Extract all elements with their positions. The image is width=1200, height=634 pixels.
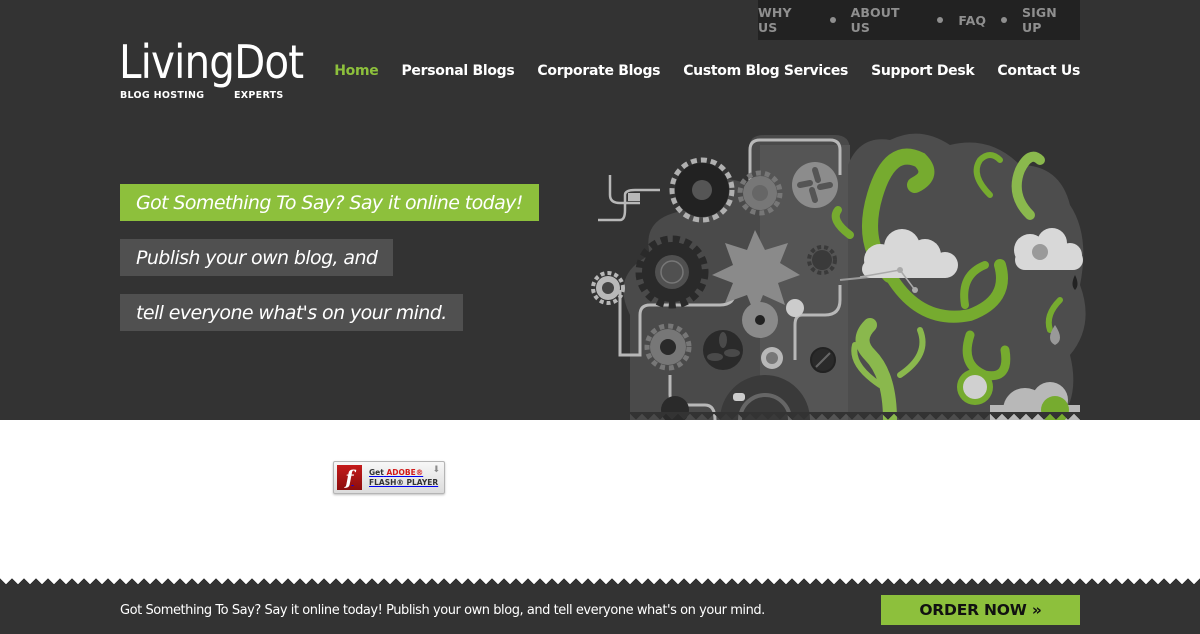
separator-dot [829,17,836,23]
hero-tagline-3: tell everyone what's on your mind. [120,294,463,331]
separator-dot [1001,17,1007,23]
get-flash-player-button[interactable]: f Get ADOBE® FLASH® PLAYER ⬇ [333,461,445,494]
flash-badge-product: FLASH® PLAYER [369,477,439,487]
nav-contact-us[interactable]: Contact Us [997,63,1080,79]
separator-dot [937,17,944,23]
topnav-sign-up[interactable]: SIGN UP [1022,5,1080,35]
nav-corporate-blogs[interactable]: Corporate Blogs [537,63,660,79]
hero-zigzag-edge [0,412,1200,424]
nav-custom-blog-services[interactable]: Custom Blog Services [683,63,848,79]
logo-tagline-left: BLOG HOSTING [120,90,205,101]
main-nav: Home Personal Blogs Corporate Blogs Cust… [334,63,1080,79]
gears-and-vines-icon [591,133,1086,420]
flash-badge-text: Get ADOBE® FLASH® PLAYER [369,468,438,488]
site-logo[interactable]: LivingDot BLOG HOSTING EXPERTS [119,35,304,104]
hero-tagline-2: Publish your own blog, and [120,239,394,276]
nav-support-desk[interactable]: Support Desk [871,63,975,79]
order-now-button[interactable]: ORDER NOW » [881,595,1080,625]
footer-bar: Got Something To Say? Say it online toda… [0,584,1200,634]
hero-tagline-1: Got Something To Say? Say it online toda… [120,184,539,221]
nav-personal-blogs[interactable]: Personal Blogs [401,63,514,79]
footer-tagline: Got Something To Say? Say it online toda… [120,603,765,618]
topnav-why-us[interactable]: WHY US [758,5,815,35]
flash-logo-icon: f [337,465,362,490]
flash-badge-adobe: ADOBE® [386,467,424,477]
topnav-about-us[interactable]: ABOUT US [851,5,923,35]
flash-badge-get: Get [369,467,384,477]
topnav-faq[interactable]: FAQ [958,13,986,28]
top-utility-nav: WHY US ABOUT US FAQ SIGN UP [758,0,1080,40]
logo-wordmark: LivingDot [119,35,304,89]
download-arrow-icon: ⬇ [432,465,440,475]
nav-home[interactable]: Home [334,63,379,79]
hero-header: WHY US ABOUT US FAQ SIGN UP LivingDot BL… [0,0,1200,420]
logo-tagline-right: EXPERTS [234,90,284,101]
